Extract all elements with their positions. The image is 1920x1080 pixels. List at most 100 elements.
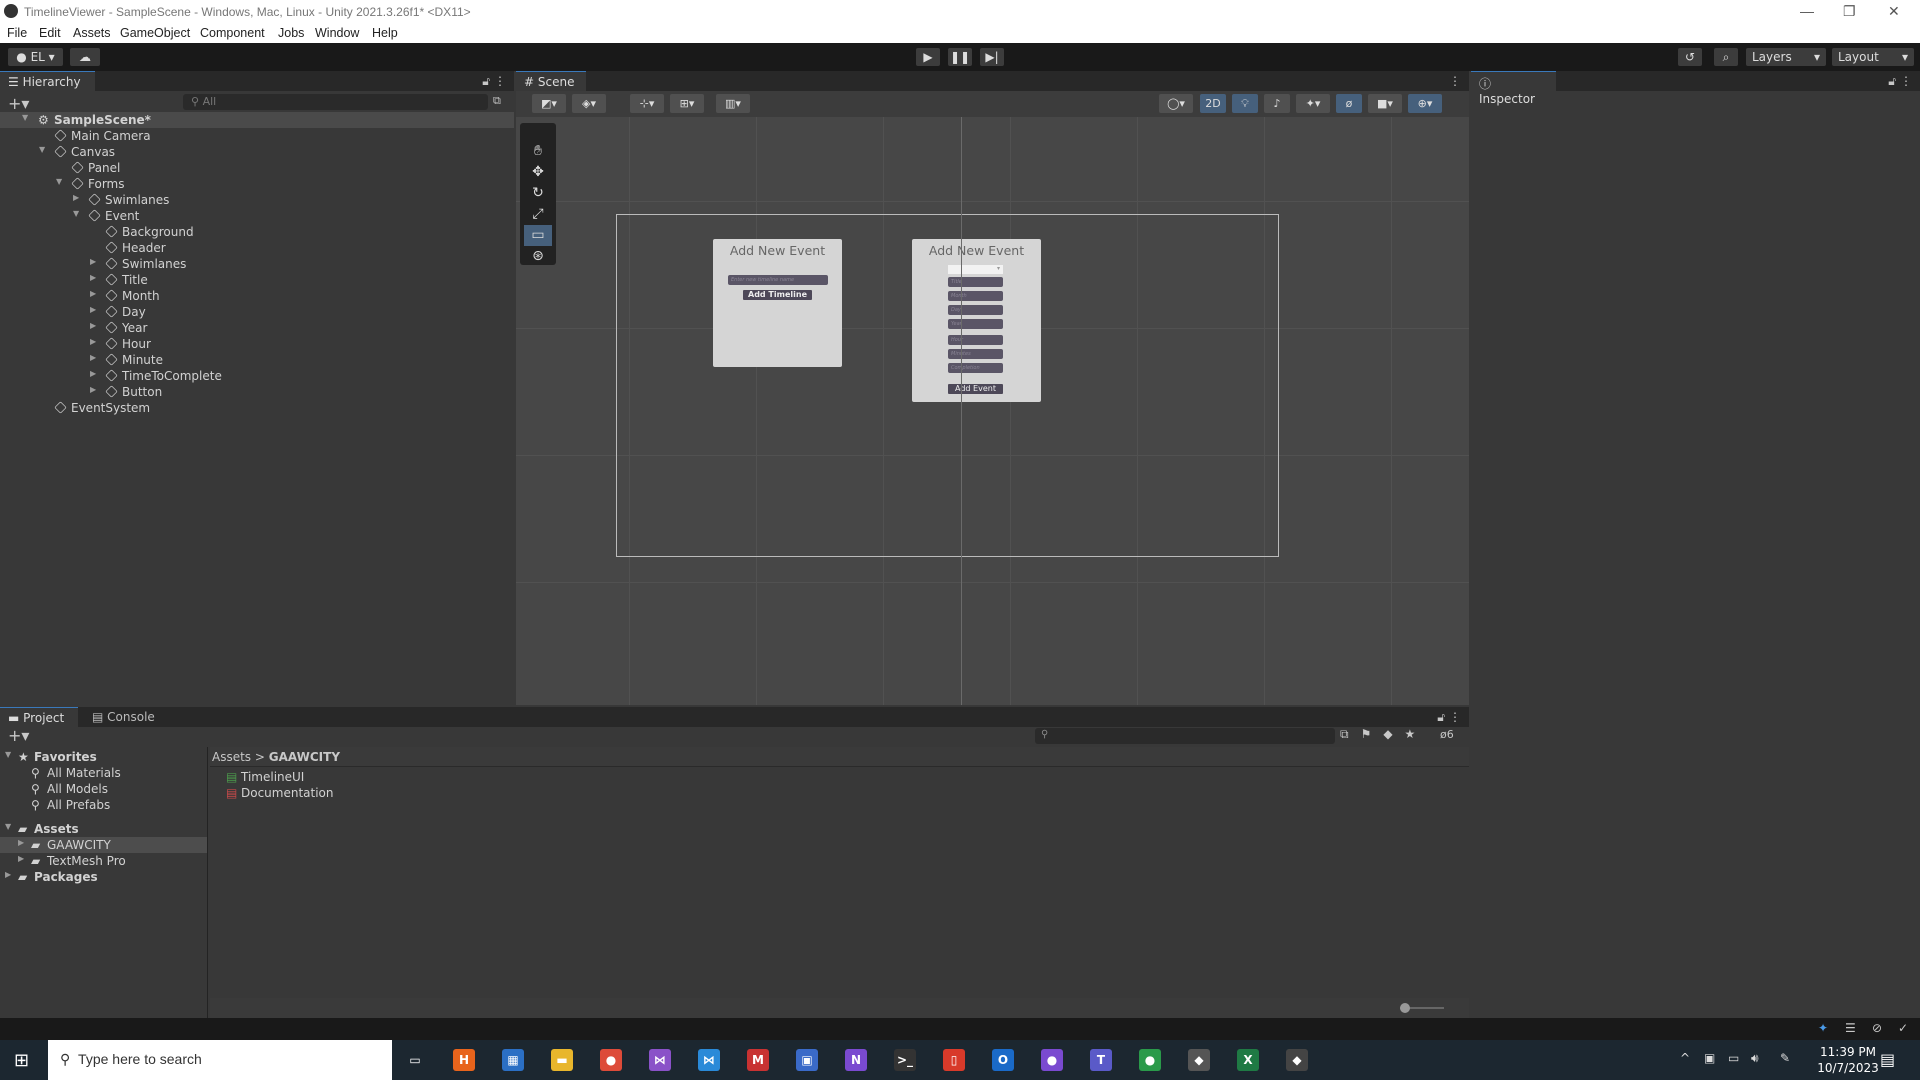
tab-console[interactable]: ▤ Console [84, 707, 164, 727]
network-icon[interactable]: ▭ [1728, 1051, 1739, 1065]
expand-arrow-icon[interactable]: ▶ [90, 305, 96, 314]
expand-arrow-icon[interactable]: ▶ [73, 193, 79, 202]
hierarchy-item[interactable]: ▶ Title [0, 272, 514, 288]
hierarchy-item[interactable]: EventSystem [0, 400, 514, 416]
expand-arrow-icon[interactable]: ▶ [90, 273, 96, 282]
hierarchy-item[interactable]: ▼ ⚙ SampleScene* [0, 112, 514, 128]
project-search-input[interactable]: ⚲ [1035, 728, 1335, 744]
scale-tool-icon[interactable]: ⤢ [524, 204, 552, 225]
event-field-title[interactable]: Title [948, 277, 1003, 287]
task-view-icon[interactable]: ▭ [404, 1049, 426, 1071]
audio-toggle[interactable]: ♪ [1264, 94, 1290, 113]
effects-dropdown[interactable]: ✦▾ [1296, 94, 1330, 113]
expand-arrow-icon[interactable]: ▶ [90, 385, 96, 394]
move-tool-icon[interactable]: ✥ [524, 162, 552, 183]
cache-icon[interactable]: ☰ [1845, 1021, 1856, 1035]
2d-toggle[interactable]: 2D [1200, 94, 1226, 113]
pivot-dropdown[interactable]: ⊹▾ [630, 94, 664, 113]
render-mode-dropdown[interactable]: ◈▾ [572, 94, 606, 113]
expand-arrow-icon[interactable]: ▶ [90, 289, 96, 298]
volume-icon[interactable]: 🔊︎ [1751, 1051, 1759, 1066]
more-icon[interactable]: ⋮ [494, 74, 506, 88]
minimize-button[interactable]: — [1800, 3, 1814, 19]
restore-button[interactable]: ❐ [1843, 3, 1856, 20]
expand-arrow-icon[interactable]: ▼ [73, 209, 79, 218]
expand-arrow-icon[interactable]: ▶ [90, 353, 96, 362]
visual-studio-2-icon[interactable]: N [845, 1049, 867, 1071]
folder-tree-item[interactable]: ⚲ All Materials [0, 765, 207, 781]
expand-arrow-icon[interactable]: ▼ [39, 145, 45, 154]
add-timeline-button[interactable]: Add Timeline [743, 290, 812, 300]
layers-dropdown[interactable]: Layers ▾ [1746, 48, 1826, 66]
lock-icon[interactable]: 🔓︎ [1437, 710, 1445, 725]
network-warning-icon[interactable]: ▣ [1704, 1051, 1715, 1065]
hierarchy-item[interactable]: ▼ Canvas [0, 144, 514, 160]
hierarchy-item[interactable]: ▶ Month [0, 288, 514, 304]
transform-tool-icon[interactable]: ⊛ [524, 246, 552, 267]
app-blue-icon[interactable]: ▣ [796, 1049, 818, 1071]
folder-tree-item[interactable]: ▼ ★ Favorites [0, 749, 207, 765]
terminal-icon[interactable]: >_ [894, 1049, 916, 1071]
expand-arrow-icon[interactable]: ▶ [18, 854, 24, 863]
debug-icon[interactable]: ⊘ [1872, 1021, 1882, 1035]
chrome-2-icon[interactable]: ● [1139, 1049, 1161, 1071]
app-red-icon[interactable]: M [747, 1049, 769, 1071]
event-field-day[interactable]: Day [948, 305, 1003, 315]
expand-arrow-icon[interactable]: ▶ [90, 321, 96, 330]
menu-help[interactable]: Help [372, 26, 398, 40]
folder-tree-item[interactable]: ⚲ All Prefabs [0, 797, 207, 813]
rect-tool-icon[interactable]: ▭ [524, 225, 552, 246]
lock-icon[interactable]: 🔓︎ [482, 74, 490, 89]
event-field-hour[interactable]: Hour [948, 335, 1003, 345]
windows-start-icon[interactable]: ⊞ [14, 1050, 29, 1071]
hierarchy-search-input[interactable]: ⚲ All [183, 94, 488, 110]
more-icon[interactable]: ⋮ [1900, 74, 1912, 88]
tab-scene[interactable]: # Scene [516, 71, 586, 91]
timeline-dropdown[interactable]: ▾ [948, 265, 1003, 274]
expand-arrow-icon[interactable]: ▶ [5, 870, 11, 879]
history-icon[interactable]: ↺ [1678, 48, 1702, 66]
create-button[interactable]: +▾ [8, 726, 29, 745]
more-icon[interactable]: ⋮ [1449, 74, 1461, 88]
close-button[interactable]: ✕ [1888, 3, 1900, 20]
snap-dropdown[interactable]: ▥▾ [716, 94, 750, 113]
file-item[interactable]: ▤ TimelineUI [226, 769, 1469, 785]
expand-arrow-icon[interactable]: ▶ [90, 369, 96, 378]
event-field-completion[interactable]: Completion [948, 363, 1003, 373]
h-app-icon[interactable]: H [453, 1049, 475, 1071]
file-explorer-icon[interactable]: ▬ [551, 1049, 573, 1071]
menu-assets[interactable]: Assets [73, 26, 111, 40]
hierarchy-item[interactable]: ▼ Forms [0, 176, 514, 192]
slider-handle[interactable] [1400, 1003, 1410, 1013]
more-icon[interactable]: ⋮ [1449, 710, 1461, 724]
hierarchy-item[interactable]: Background [0, 224, 514, 240]
progress-icon[interactable]: ✦ [1818, 1021, 1828, 1035]
menu-gameobject[interactable]: GameObject [120, 26, 190, 40]
clock[interactable]: 11:39 PM 10/7/2023 [1808, 1044, 1888, 1076]
folder-tree-item[interactable]: ▶ ▰ GAAWCITY [0, 837, 207, 853]
pause-button[interactable]: ❚❚ [948, 48, 972, 66]
search-scope-icon[interactable]: ⧉ [493, 94, 501, 108]
add-button[interactable]: +▾ [8, 94, 29, 113]
grid-dropdown[interactable]: ⊞▾ [670, 94, 704, 113]
unity-icon[interactable]: ◆ [1286, 1049, 1308, 1071]
rotate-tool-icon[interactable]: ↻ [524, 183, 552, 204]
hierarchy-item[interactable]: ▶ Swimlanes [0, 256, 514, 272]
chrome-icon[interactable]: ● [600, 1049, 622, 1071]
show-hidden-icons[interactable]: ^ [1680, 1051, 1690, 1065]
file-item[interactable]: ▤ Documentation [226, 785, 1469, 801]
menu-edit[interactable]: Edit [39, 26, 61, 40]
hidden-objects-toggle[interactable]: ø [1336, 94, 1362, 113]
lock-icon[interactable]: 🔓︎ [1888, 74, 1896, 89]
filter-icons[interactable]: ⧉⚑◆★ [1340, 727, 1427, 742]
expand-arrow-icon[interactable]: ▼ [5, 822, 11, 831]
lighting-toggle[interactable]: 💡︎ [1232, 94, 1258, 113]
hierarchy-item[interactable]: Header [0, 240, 514, 256]
draw-mode-dropdown[interactable]: ◩▾ [532, 94, 566, 113]
outlook-icon[interactable]: O [992, 1049, 1014, 1071]
tab-inspector[interactable]: ⓘ Inspector [1471, 71, 1556, 106]
shading-dropdown[interactable]: ◯▾ [1159, 94, 1193, 113]
vscode-icon[interactable]: ⋈ [698, 1049, 720, 1071]
menu-file[interactable]: File [7, 26, 27, 40]
play-button[interactable]: ▶ [916, 48, 940, 66]
